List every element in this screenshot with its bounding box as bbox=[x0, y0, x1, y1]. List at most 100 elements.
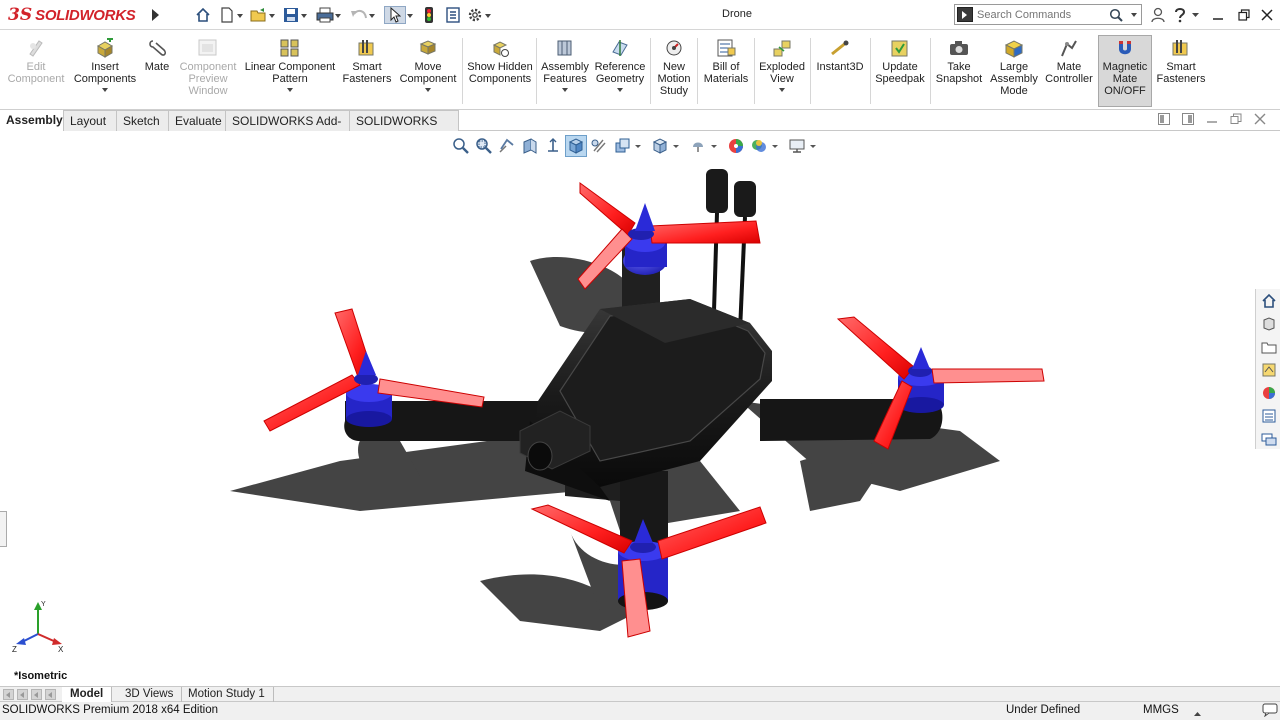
doc-restore-icon[interactable] bbox=[1230, 113, 1242, 128]
design-library-icon[interactable] bbox=[1258, 313, 1280, 335]
task-pane-tabs bbox=[1255, 289, 1280, 449]
print-icon[interactable] bbox=[316, 6, 334, 24]
new-dropdown-icon[interactable] bbox=[236, 6, 244, 24]
options-dropdown-icon[interactable] bbox=[484, 6, 492, 24]
reference-geometry-button[interactable]: Reference Geometry bbox=[592, 36, 648, 108]
help-icon[interactable] bbox=[1172, 6, 1188, 24]
undo-icon[interactable] bbox=[350, 6, 368, 24]
search-input[interactable] bbox=[977, 7, 1107, 22]
solidworks-logo[interactable]: 3S SOLIDWORKS bbox=[8, 3, 142, 27]
linear-component-pattern-button[interactable]: Linear Component Pattern bbox=[244, 36, 336, 108]
large-assembly-mode-button[interactable]: Large Assembly Mode bbox=[988, 36, 1040, 108]
close-window-icon[interactable] bbox=[1256, 6, 1278, 24]
quick-access-toolbar bbox=[194, 6, 492, 24]
new-document-icon[interactable] bbox=[218, 6, 236, 24]
insert-components-dropdown-icon[interactable] bbox=[102, 88, 108, 92]
reference-geometry-dropdown-icon[interactable] bbox=[617, 88, 623, 92]
smart-fasteners-button[interactable]: Smart Fasteners bbox=[338, 36, 396, 108]
ribbon-separator bbox=[870, 38, 871, 104]
home-icon[interactable] bbox=[194, 6, 212, 24]
tab-solidworks-mbd[interactable]: SOLIDWORKS MBD bbox=[349, 110, 459, 148]
new-motion-study-button[interactable]: New Motion Study bbox=[654, 36, 694, 108]
exploded-view-dropdown-icon[interactable] bbox=[779, 88, 785, 92]
restore-window-icon[interactable] bbox=[1232, 6, 1256, 24]
bill-of-materials-button[interactable]: Bill of Materials bbox=[700, 36, 752, 108]
select-cursor-icon[interactable] bbox=[384, 6, 406, 24]
tab-solidworks-add-ins[interactable]: SOLIDWORKS Add-Ins bbox=[225, 110, 350, 148]
show-hidden-components-button[interactable]: Show Hidden Components bbox=[466, 36, 534, 108]
solidworks-resources-home-icon[interactable] bbox=[1258, 290, 1280, 312]
triad-y-text: Y bbox=[41, 601, 46, 608]
triad-x-label: X bbox=[58, 645, 64, 654]
take-snapshot-button[interactable]: Take Snapshot bbox=[932, 36, 986, 108]
edition-text: SOLIDWORKS Premium 2018 x64 Edition bbox=[2, 704, 219, 716]
unit-system-dropdown-icon[interactable] bbox=[1194, 708, 1201, 720]
save-dropdown-icon[interactable] bbox=[300, 6, 308, 24]
menu-expand-arrow-icon[interactable] bbox=[148, 5, 162, 25]
tile-left-icon[interactable] bbox=[1158, 113, 1170, 128]
open-dropdown-icon[interactable] bbox=[268, 6, 276, 24]
appearances-scenes-icon[interactable] bbox=[1258, 382, 1280, 404]
unit-system[interactable]: MMGS bbox=[1143, 704, 1179, 716]
select-dropdown-icon[interactable] bbox=[406, 6, 414, 24]
edit-component-button[interactable]: Edit Component bbox=[4, 36, 68, 108]
print-dropdown-icon[interactable] bbox=[334, 6, 342, 24]
undo-dropdown-icon[interactable] bbox=[368, 6, 376, 24]
exploded-view-button[interactable]: Exploded View bbox=[756, 36, 808, 108]
move-component-dropdown-icon[interactable] bbox=[425, 88, 431, 92]
custom-properties-icon[interactable] bbox=[1258, 405, 1280, 427]
bill-of-materials-label: Bill of Materials bbox=[703, 61, 749, 85]
tab-layout[interactable]: Layout bbox=[63, 110, 117, 131]
tab-evaluate[interactable]: Evaluate bbox=[168, 110, 226, 131]
update-speedpak-button[interactable]: Update Speedpak bbox=[872, 36, 928, 108]
fastener-icon bbox=[356, 38, 378, 58]
help-dropdown-icon[interactable] bbox=[1190, 6, 1200, 24]
smart-fasteners-button-2[interactable]: Smart Fasteners bbox=[1154, 36, 1208, 108]
last-tab-arrow-icon[interactable] bbox=[45, 689, 56, 700]
magnetic-mate-toggle[interactable]: Magnetic Mate ON/OFF bbox=[1098, 35, 1152, 107]
tab-model[interactable]: Model bbox=[62, 687, 113, 702]
component-preview-window-button[interactable]: Component Preview Window bbox=[174, 36, 242, 108]
search-commands-box[interactable] bbox=[954, 4, 1142, 25]
drone-assembly-model[interactable] bbox=[0, 131, 1280, 686]
mate-controller-button[interactable]: Mate Controller bbox=[1042, 36, 1096, 108]
chat-bubble-icon[interactable] bbox=[1262, 703, 1278, 720]
doc-minimize-icon[interactable] bbox=[1206, 113, 1218, 128]
definition-state: Under Defined bbox=[1006, 704, 1081, 716]
user-account-icon[interactable] bbox=[1150, 6, 1166, 24]
minimize-window-icon[interactable] bbox=[1206, 6, 1230, 24]
move-component-button[interactable]: Move Component bbox=[398, 36, 458, 108]
linear-pattern-dropdown-icon[interactable] bbox=[287, 88, 293, 92]
instant3d-button[interactable]: Instant3D bbox=[814, 36, 866, 108]
tab-sketch[interactable]: Sketch bbox=[116, 110, 169, 131]
command-prompt-icon[interactable] bbox=[957, 7, 973, 22]
assembly-features-button[interactable]: Assembly Features bbox=[540, 36, 590, 108]
feature-manager-flyout-handle[interactable] bbox=[0, 511, 7, 547]
first-tab-arrow-icon[interactable] bbox=[3, 689, 14, 700]
options-gear-icon[interactable] bbox=[466, 6, 484, 24]
next-tab-arrow-icon[interactable] bbox=[31, 689, 42, 700]
camera-icon bbox=[948, 38, 970, 58]
rebuild-traffic-light-icon[interactable] bbox=[420, 6, 438, 24]
graphics-area[interactable] bbox=[0, 131, 1280, 686]
tab-assembly[interactable]: Assembly bbox=[0, 110, 63, 131]
search-icon[interactable] bbox=[1109, 8, 1123, 25]
open-folder-icon[interactable] bbox=[250, 6, 268, 24]
tile-right-icon[interactable] bbox=[1182, 113, 1194, 128]
file-properties-icon[interactable] bbox=[444, 6, 462, 24]
insert-components-button[interactable]: Insert Components bbox=[70, 36, 140, 108]
save-icon[interactable] bbox=[282, 6, 300, 24]
file-explorer-folder-icon[interactable] bbox=[1258, 336, 1280, 358]
forum-chat-icon[interactable] bbox=[1258, 428, 1280, 450]
search-dropdown-icon[interactable] bbox=[1131, 13, 1137, 17]
view-palette-icon[interactable] bbox=[1258, 359, 1280, 381]
tab-3d-views[interactable]: 3D Views bbox=[117, 687, 183, 702]
assembly-features-dropdown-icon[interactable] bbox=[562, 88, 568, 92]
doc-close-icon[interactable] bbox=[1254, 113, 1266, 128]
previous-tab-arrow-icon[interactable] bbox=[17, 689, 28, 700]
motion-study-icon bbox=[663, 38, 685, 58]
tab-motion-study-1[interactable]: Motion Study 1 bbox=[180, 687, 274, 702]
ds-logo-mark: 3S bbox=[8, 5, 33, 25]
mate-button[interactable]: Mate bbox=[142, 36, 172, 108]
instant3d-label: Instant3D bbox=[816, 61, 864, 73]
